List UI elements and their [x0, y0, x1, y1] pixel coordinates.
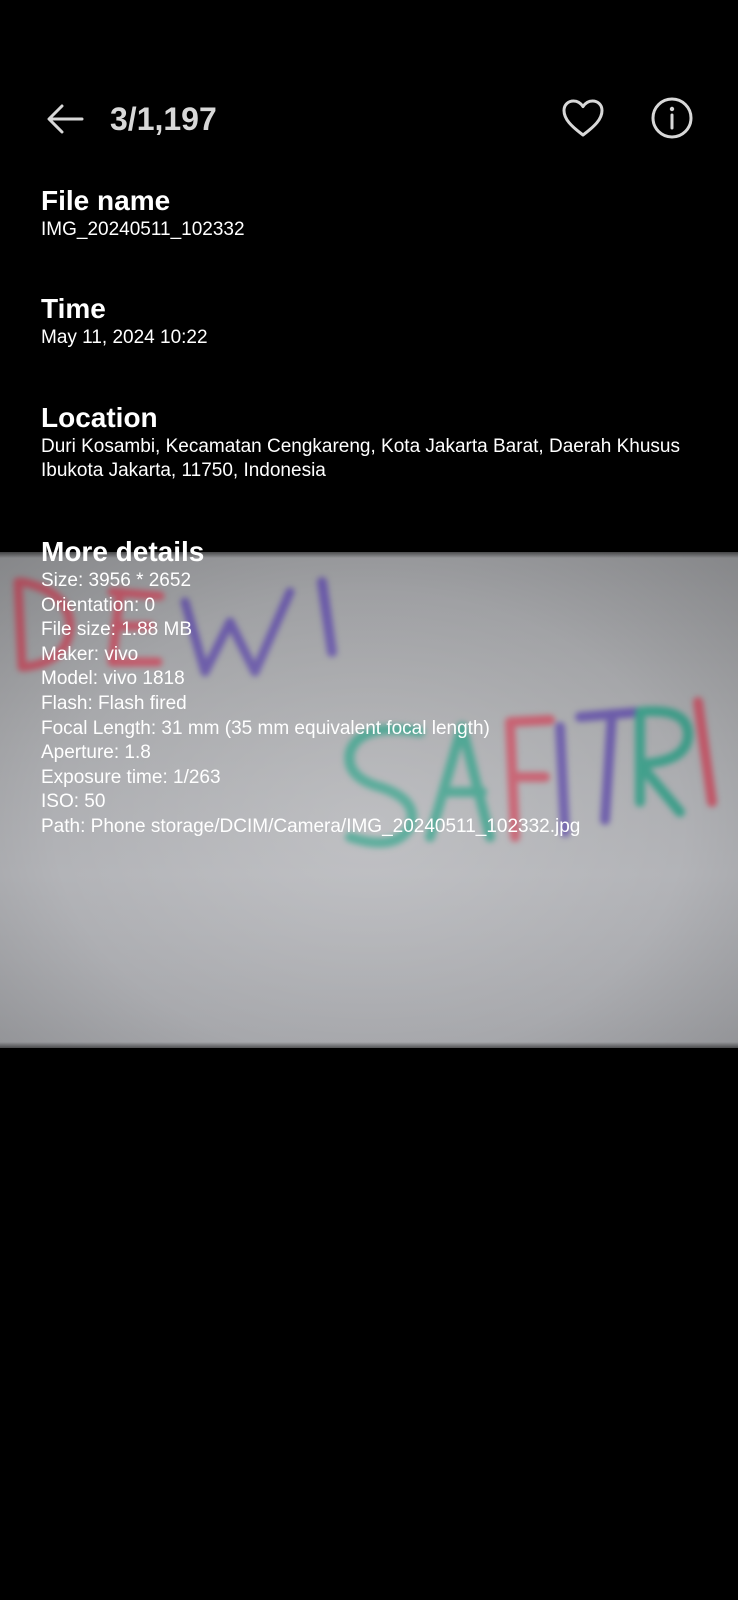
file-name-value: IMG_20240511_102332: [41, 219, 245, 240]
detail-path: Path: Phone storage/DCIM/Camera/IMG_2024…: [41, 815, 581, 837]
location-section: Location Duri Kosambi, Kecamatan Cengkar…: [41, 401, 711, 483]
detail-exposure-time: Exposure time: 1/263: [41, 766, 221, 788]
file-name-title: File name: [41, 185, 171, 216]
time-section: Time May 11, 2024 10:22: [41, 292, 208, 350]
time-value: May 11, 2024 10:22: [41, 327, 208, 348]
detail-orientation: Orientation: 0: [41, 594, 156, 616]
time-title: Time: [41, 293, 106, 324]
info-icon: [651, 97, 693, 139]
file-name-section: File name IMG_20240511_102332: [41, 184, 245, 242]
detail-flash: Flash: Flash fired: [41, 692, 187, 714]
heart-icon: [562, 99, 604, 137]
arrow-left-icon: [47, 104, 84, 134]
photo-counter: 3/1,197: [110, 101, 217, 137]
favorite-button[interactable]: [558, 94, 608, 142]
detail-focal-length: Focal Length: 31 mm (35 mm equivalent fo…: [41, 717, 490, 739]
detail-aperture: Aperture: 1.8: [41, 742, 151, 764]
location-title: Location: [41, 402, 158, 433]
top-bar: 3/1,197: [0, 88, 738, 150]
detail-file-size: File size: 1.88 MB: [41, 619, 192, 641]
photo-details-screen: 3/1,197 File name IMG_20240511_102332 Ti…: [0, 0, 738, 1600]
info-button[interactable]: [648, 94, 696, 142]
back-button[interactable]: [40, 98, 92, 140]
detail-model: Model: vivo 1818: [41, 668, 185, 690]
detail-maker: Maker: vivo: [41, 643, 139, 665]
photo-edge: [0, 1042, 738, 1048]
detail-size: Size: 3956 * 2652: [41, 570, 192, 591]
location-value[interactable]: Duri Kosambi, Kecamatan Cengkareng, Kota…: [41, 435, 711, 483]
more-details-section: More details Size: 3956 * 2652 Orientati…: [41, 535, 711, 840]
detail-iso: ISO: 50: [41, 791, 106, 813]
more-details-title: More details: [41, 536, 205, 567]
